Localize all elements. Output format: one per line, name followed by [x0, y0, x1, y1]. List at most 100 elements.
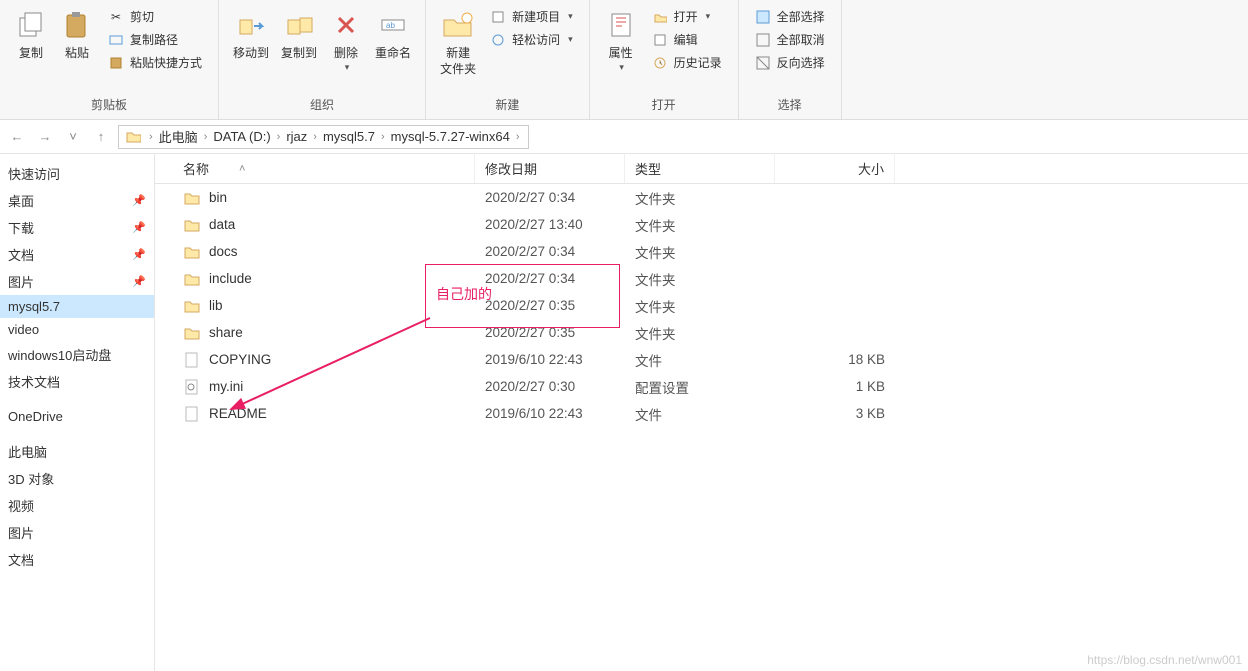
sidebar-item-docs[interactable]: 文档: [0, 546, 154, 573]
file-name: share: [209, 325, 243, 340]
history-button[interactable]: 历史记录: [648, 52, 726, 73]
folder-icon: [125, 129, 141, 145]
file-row[interactable]: docs2020/2/27 0:34文件夹: [155, 238, 1248, 265]
copy-path-button[interactable]: 复制路径: [104, 29, 206, 50]
properties-button[interactable]: 属性▾: [598, 4, 644, 77]
rename-icon: ab: [376, 8, 410, 42]
pin-icon: 📌: [132, 194, 146, 207]
open-button[interactable]: 打开▾: [648, 6, 726, 27]
file-name: COPYING: [209, 352, 271, 367]
copy-button[interactable]: 复制: [8, 4, 54, 66]
file-icon: [183, 405, 201, 423]
breadcrumb-item[interactable]: rjaz: [282, 129, 311, 144]
breadcrumb-item[interactable]: DATA (D:): [209, 129, 274, 144]
file-row[interactable]: README2019/6/10 22:43文件3 KB: [155, 400, 1248, 427]
copyto-icon: [282, 8, 316, 42]
nav-back-button[interactable]: ←: [6, 126, 28, 148]
file-name: data: [209, 217, 235, 232]
sidebar-item-videos[interactable]: 视频: [0, 492, 154, 519]
column-header-type[interactable]: 类型: [625, 154, 775, 183]
pin-icon: 📌: [132, 275, 146, 288]
file-row[interactable]: lib2020/2/27 0:35文件夹: [155, 292, 1248, 319]
file-date: 2020/2/27 0:30: [475, 379, 625, 394]
folder-icon: [183, 324, 201, 342]
file-name: docs: [209, 244, 238, 259]
breadcrumb-item[interactable]: 此电脑: [155, 127, 202, 146]
new-item-button[interactable]: 新建项目▾: [486, 6, 577, 27]
ribbon: 复制 粘贴 ✂剪切 复制路径 粘贴快捷方式 剪贴板 移动到 复制到: [0, 0, 1248, 120]
invert-select-button[interactable]: 反向选择: [751, 52, 829, 73]
chevron-right-icon[interactable]: ›: [147, 131, 155, 143]
move-to-button[interactable]: 移动到: [227, 4, 275, 66]
ribbon-group-clipboard: 复制 粘贴 ✂剪切 复制路径 粘贴快捷方式 剪贴板: [0, 0, 219, 119]
file-row[interactable]: COPYING2019/6/10 22:43文件18 KB: [155, 346, 1248, 373]
nav-recent-button[interactable]: ˅: [62, 126, 84, 148]
breadcrumb-item[interactable]: mysql5.7: [319, 129, 379, 144]
main-area: 快速访问 桌面📌 下载📌 文档📌 图片📌 mysql5.7 video wind…: [0, 154, 1248, 671]
breadcrumb-item[interactable]: mysql-5.7.27-winx64: [387, 129, 514, 144]
folder-icon: [183, 243, 201, 261]
svg-text:ab: ab: [386, 21, 395, 30]
address-bar: ← → ˅ ↑ › 此电脑› DATA (D:)› rjaz› mysql5.7…: [0, 120, 1248, 154]
group-label-open: 打开: [598, 92, 730, 119]
cut-button[interactable]: ✂剪切: [104, 6, 206, 27]
file-size: 1 KB: [775, 379, 895, 394]
select-none-icon: [755, 32, 771, 48]
sidebar-item-3d[interactable]: 3D 对象: [0, 465, 154, 492]
folder-icon: [183, 189, 201, 207]
open-icon: [652, 9, 668, 25]
file-row[interactable]: share2020/2/27 0:35文件夹: [155, 319, 1248, 346]
sidebar-item-mysql[interactable]: mysql5.7: [0, 295, 154, 318]
group-label-organize: 组织: [227, 92, 417, 119]
delete-button[interactable]: 删除▾: [323, 4, 369, 77]
paste-button[interactable]: 粘贴: [54, 4, 100, 66]
sidebar-item-downloads[interactable]: 下载📌: [0, 214, 154, 241]
breadcrumb-box[interactable]: › 此电脑› DATA (D:)› rjaz› mysql5.7› mysql-…: [118, 125, 529, 149]
select-none-button[interactable]: 全部取消: [751, 29, 829, 50]
file-name: bin: [209, 190, 227, 205]
group-label-clipboard: 剪贴板: [8, 92, 210, 119]
copy-icon: [14, 8, 48, 42]
column-header-size[interactable]: 大小: [775, 154, 895, 183]
copy-to-button[interactable]: 复制到: [275, 4, 323, 66]
column-header-name[interactable]: 名称: [155, 154, 475, 183]
edit-button[interactable]: 编辑: [648, 29, 726, 50]
sidebar-item-pics[interactable]: 图片: [0, 519, 154, 546]
paste-shortcut-button[interactable]: 粘贴快捷方式: [104, 52, 206, 73]
group-label-select: 选择: [747, 92, 833, 119]
file-type: 文件: [625, 404, 775, 424]
file-date: 2020/2/27 0:34: [475, 190, 625, 205]
select-all-button[interactable]: 全部选择: [751, 6, 829, 27]
ribbon-group-select: 全部选择 全部取消 反向选择 选择: [739, 0, 842, 119]
new-folder-button[interactable]: 新建 文件夹: [434, 4, 482, 81]
file-row[interactable]: bin2020/2/27 0:34文件夹: [155, 184, 1248, 211]
sidebar-thispc[interactable]: 此电脑: [0, 438, 154, 465]
file-row[interactable]: my.ini2020/2/27 0:30配置设置1 KB: [155, 373, 1248, 400]
sidebar-item-desktop[interactable]: 桌面📌: [0, 187, 154, 214]
folder-icon: [183, 270, 201, 288]
sidebar-item-win10[interactable]: windows10启动盘: [0, 341, 154, 368]
sidebar-onedrive[interactable]: OneDrive: [0, 405, 154, 428]
properties-icon: [604, 8, 638, 42]
sidebar-quick-access[interactable]: 快速访问: [0, 160, 154, 187]
sidebar-item-documents[interactable]: 文档📌: [0, 241, 154, 268]
sidebar-item-video[interactable]: video: [0, 318, 154, 341]
easy-access-button[interactable]: 轻松访问▾: [486, 29, 577, 50]
nav-up-button[interactable]: ↑: [90, 126, 112, 148]
sidebar-item-pictures[interactable]: 图片📌: [0, 268, 154, 295]
file-row[interactable]: data2020/2/27 13:40文件夹: [155, 211, 1248, 238]
sidebar-item-techdoc[interactable]: 技术文档: [0, 368, 154, 395]
select-all-icon: [755, 9, 771, 25]
file-date: 2020/2/27 0:34: [475, 271, 625, 286]
nav-forward-button[interactable]: →: [34, 126, 56, 148]
file-row[interactable]: include2020/2/27 0:34文件夹: [155, 265, 1248, 292]
file-type: 文件夹: [625, 296, 775, 316]
column-header-date[interactable]: 修改日期: [475, 154, 625, 183]
file-type: 文件夹: [625, 323, 775, 343]
file-date: 2019/6/10 22:43: [475, 406, 625, 421]
new-item-icon: [490, 9, 506, 25]
file-type: 文件: [625, 350, 775, 370]
invert-icon: [755, 55, 771, 71]
rename-button[interactable]: ab 重命名: [369, 4, 417, 66]
file-type: 文件夹: [625, 242, 775, 262]
